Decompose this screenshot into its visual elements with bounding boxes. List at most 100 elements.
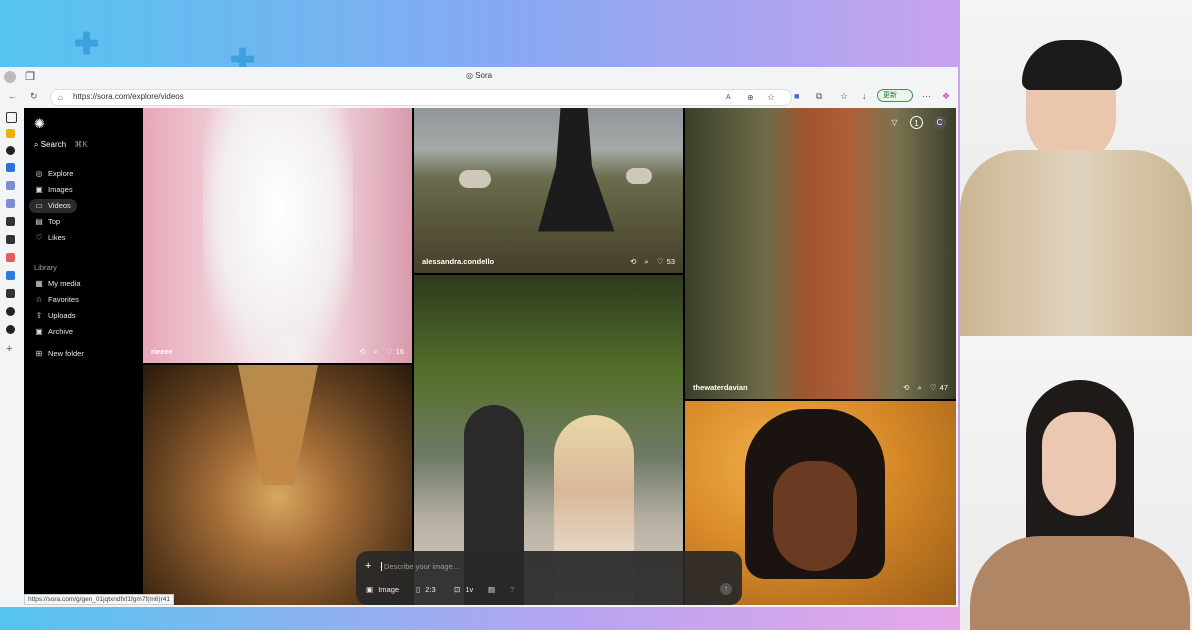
download-icon[interactable]: ↓ xyxy=(862,91,867,102)
sidebar-app-icon-12[interactable] xyxy=(6,307,15,316)
sidebar-app-icon-2[interactable] xyxy=(6,129,15,138)
aspect-ratio-icon: ▯ xyxy=(416,585,421,594)
site-info-icon[interactable]: ⌂ xyxy=(58,92,63,103)
heart-icon[interactable]: ♡ xyxy=(930,383,937,392)
remix-icon[interactable]: ⟲ xyxy=(903,383,909,392)
tile-username[interactable]: alessandra.condello xyxy=(422,257,494,266)
tile-actions: ⟲ ⌕ ♡ 53 xyxy=(624,257,675,267)
profile-icon[interactable] xyxy=(4,71,16,83)
media-icon: ▦ xyxy=(35,279,43,288)
sidebar-item-images[interactable]: ▣ Images xyxy=(29,183,139,197)
notification-badge[interactable]: 1 xyxy=(910,116,923,129)
sidebar-app-icon-7[interactable] xyxy=(6,217,15,226)
prompt-input[interactable]: Describe your image... xyxy=(381,562,459,571)
sidebar-app-icon-6[interactable] xyxy=(6,199,15,208)
sidebar-item-label: My media xyxy=(48,279,81,288)
ratio-label: 2:3 xyxy=(425,585,436,594)
zoom-icon[interactable]: ⌕ xyxy=(374,347,378,356)
type-selector[interactable]: ▣ Image xyxy=(366,585,399,594)
search-button[interactable]: ⌕ Search ⌘K xyxy=(34,140,88,150)
sidebar-app-icon-4[interactable] xyxy=(6,163,15,172)
sidebar-item-label: Archive xyxy=(48,327,74,336)
sidebar-item-videos[interactable]: ▭ Videos xyxy=(29,199,77,213)
sidebar-item-label: Videos xyxy=(48,201,71,210)
star-icon: ☆ xyxy=(35,295,43,304)
sidebar-app-icon-5[interactable] xyxy=(6,181,15,190)
top-icon: ▤ xyxy=(35,217,43,226)
sidebar-item-explore[interactable]: ◎ Explore xyxy=(29,167,139,181)
folder-plus-icon: ⊞ xyxy=(35,349,43,358)
filter-icon[interactable]: ▽ xyxy=(888,116,901,129)
tile-username[interactable]: rieeee xyxy=(151,347,173,356)
sidebar-add-icon[interactable]: + xyxy=(6,344,15,355)
sheep-shape-1 xyxy=(459,170,491,188)
address-bar[interactable]: ⌂ https://sora.com/explore/videos A ⊕ ☆ xyxy=(50,89,792,106)
send-icon[interactable]: ↑ xyxy=(720,583,732,595)
new-folder-label: New folder xyxy=(48,349,84,358)
sidebar-app-icon-11[interactable] xyxy=(6,289,15,298)
puzzle-icon[interactable]: ⧉ xyxy=(816,91,822,102)
browser-sidebar: + xyxy=(0,107,22,607)
zoom-icon[interactable]: ⌕ xyxy=(918,383,922,392)
back-icon[interactable]: ← xyxy=(8,91,17,102)
shield-icon[interactable]: ■ xyxy=(794,91,799,102)
sidebar-app-icon-8[interactable] xyxy=(6,235,15,244)
tab-sora[interactable]: ◎ Sora xyxy=(466,71,492,80)
tabs-icon[interactable]: ❐ xyxy=(24,71,36,83)
sidebar-item-label: Uploads xyxy=(48,311,76,320)
add-media-icon[interactable]: + xyxy=(365,560,371,572)
avatar[interactable]: C xyxy=(933,116,946,129)
sora-app: ✺ ⌕ Search ⌘K ◎ Explore ▣ Images ▭ Videos ▤… xyxy=(24,108,956,605)
browser-toolbar: ← ↻ ⌂ https://sora.com/explore/videos A … xyxy=(0,87,958,107)
new-folder-button[interactable]: ⊞ New folder xyxy=(29,347,139,361)
browser-window: ❐ ◎ Sora ← ↻ ⌂ https://sora.com/explore/… xyxy=(0,67,958,607)
sidebar-app-icon-1[interactable] xyxy=(6,112,17,123)
sidebar-item-label: Top xyxy=(48,217,61,226)
zoom-icon[interactable]: ⌕ xyxy=(645,257,649,266)
favorite-star-icon[interactable]: ☆ xyxy=(767,92,775,103)
status-bar-url: https://sora.com/g/gen_01jqtxndfxf1fgm7f… xyxy=(24,594,174,605)
more-icon[interactable]: ⋯ xyxy=(922,91,931,102)
webcam-panel-top xyxy=(960,0,1192,336)
type-label: Image xyxy=(378,585,400,594)
sidebar-item-my-media[interactable]: ▦ My media xyxy=(29,277,139,291)
sidebar-app-icon-13[interactable] xyxy=(6,325,15,334)
sidebar-item-top[interactable]: ▤ Top xyxy=(29,215,139,229)
sidebar-app-icon-10[interactable] xyxy=(6,271,15,280)
sidebar-item-favorites[interactable]: ☆ Favorites xyxy=(29,293,139,307)
sidebar-item-label: Favorites xyxy=(48,295,79,304)
sora-tab-icon: ◎ xyxy=(466,71,473,80)
extension-icon[interactable]: ⊕ xyxy=(747,92,754,103)
refresh-icon[interactable]: ↻ xyxy=(30,91,38,102)
openai-logo-icon[interactable]: ✺ xyxy=(34,116,45,132)
sidebar-item-archive[interactable]: ▣ Archive xyxy=(29,325,139,339)
archive-icon: ▣ xyxy=(35,327,43,336)
aspect-ratio-selector[interactable]: ▯ 2:3 xyxy=(416,585,436,594)
remix-icon[interactable]: ⟲ xyxy=(630,257,636,266)
video-tile-jacket[interactable]: thewaterdavian ⟲ ⌕ ♡ 47 xyxy=(685,108,956,399)
presets-icon[interactable]: ▤ xyxy=(488,585,495,594)
video-tile-field[interactable]: alessandra.condello ⟲ ⌕ ♡ 53 xyxy=(414,108,683,273)
variations-selector[interactable]: ⊡ 1v xyxy=(454,585,473,594)
upload-icon: ⇪ xyxy=(35,311,43,320)
sidebar-item-label: Likes xyxy=(48,233,66,242)
sora-sidebar: ✺ ⌕ Search ⌘K ◎ Explore ▣ Images ▭ Videos ▤… xyxy=(24,108,142,605)
sidebar-app-icon-3[interactable] xyxy=(6,146,15,155)
tab-title-label: Sora xyxy=(475,71,493,80)
heart-icon[interactable]: ♡ xyxy=(657,257,664,266)
sidebar-app-icon-9[interactable] xyxy=(6,253,15,262)
copilot-icon[interactable]: ❖ xyxy=(942,91,950,102)
tile-actions: ⟲ ⌕ ♡ 47 xyxy=(897,383,948,393)
remix-icon[interactable]: ⟲ xyxy=(359,347,365,356)
sidebar-item-likes[interactable]: ♡ Likes xyxy=(29,231,139,245)
sidebar-item-uploads[interactable]: ⇪ Uploads xyxy=(29,309,139,323)
help-button[interactable]: ? xyxy=(510,585,514,594)
tile-username[interactable]: thewaterdavian xyxy=(693,383,748,392)
update-button[interactable]: 更新 xyxy=(877,89,913,102)
favorites-icon[interactable]: ☆ xyxy=(840,91,848,102)
search-shortcut: ⌘K xyxy=(74,140,88,149)
read-aloud-icon[interactable]: A xyxy=(726,92,731,103)
heart-icon[interactable]: ♡ xyxy=(386,347,393,356)
sheep-shape-2 xyxy=(626,168,652,184)
video-tile-dress[interactable]: rieeee ⟲ ⌕ ♡ 16 xyxy=(143,108,412,363)
